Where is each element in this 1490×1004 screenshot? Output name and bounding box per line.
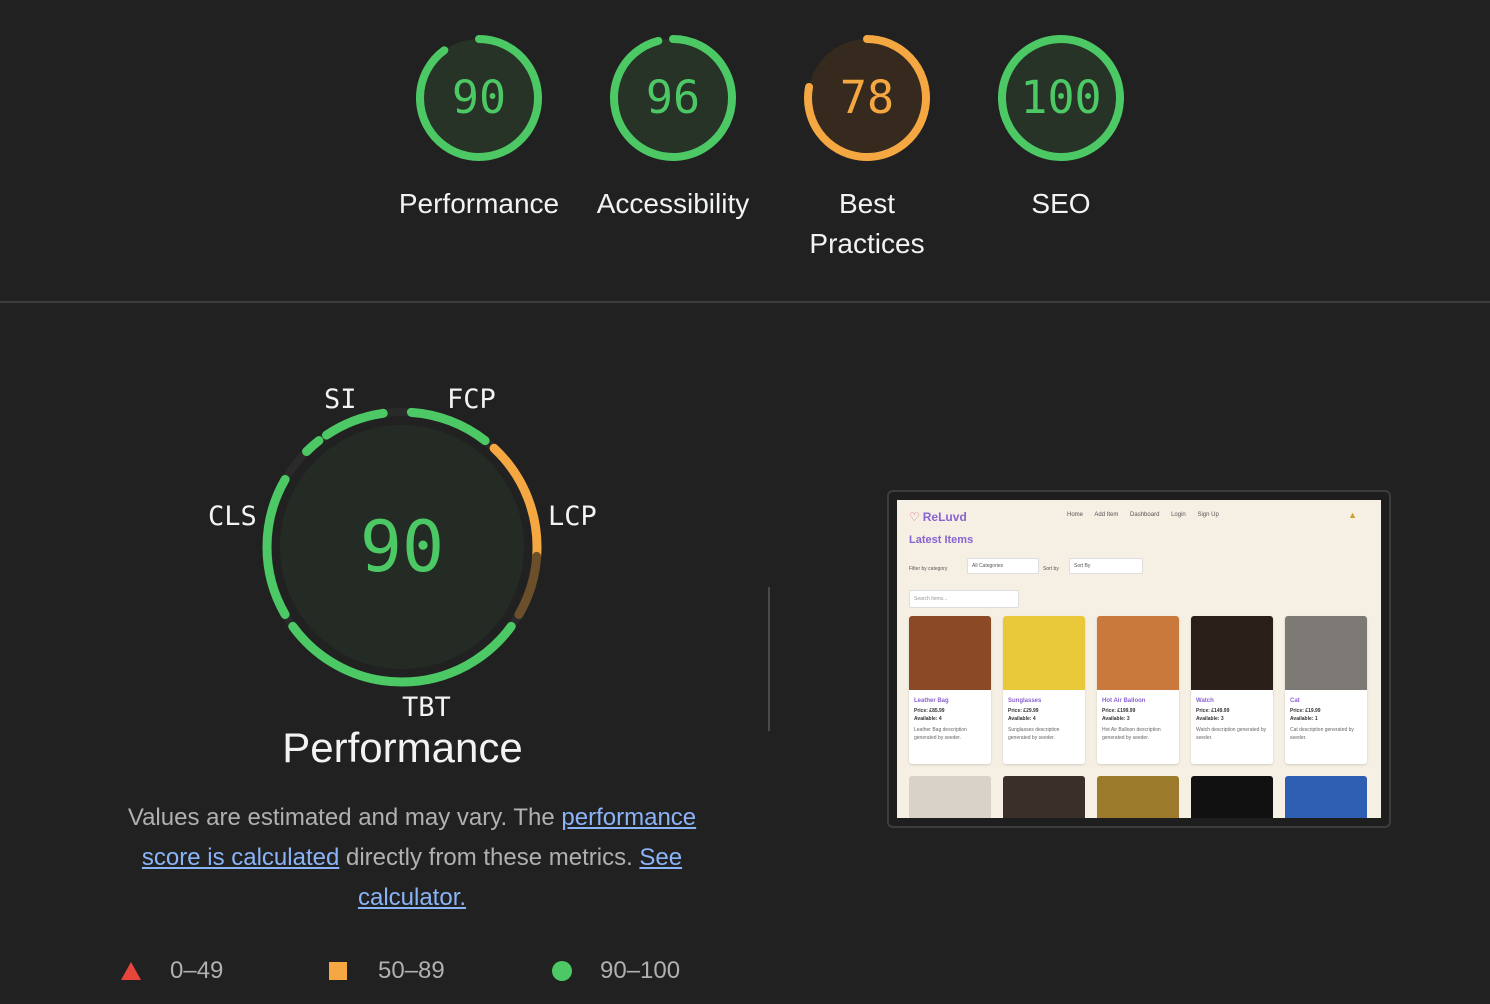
metric-label-fcp: FCP [447, 384, 496, 415]
item-image [1285, 616, 1367, 690]
performance-metrics-gauge: SI FCP LCP TBT CLS 90 [195, 380, 615, 723]
item-price: Price: £149.99 [1196, 708, 1230, 714]
item-price: Price: £29.99 [1008, 708, 1039, 714]
description-middle: directly from these metrics. [339, 844, 640, 871]
triangle-icon [121, 962, 141, 980]
gauge-ring: 78 [799, 30, 935, 166]
gauge-score: 78 [839, 71, 895, 124]
site-nav-item: Home [1067, 512, 1084, 518]
item-card: Sunglasses Price: £29.99 Available: 4 Sungl… [1003, 616, 1085, 764]
metric-label-lcp: LCP [548, 501, 597, 532]
cls-end-arc [302, 436, 324, 457]
item-description: Sunglasses description generated by seed… [1008, 727, 1060, 741]
gauge-label: Best Practices [809, 188, 925, 259]
square-icon [329, 962, 347, 980]
legend-range: 50–89 [378, 957, 445, 984]
filter-select: All Categories [967, 558, 1039, 574]
category-scores: 90 Performance 96 Accessibility 78 Best … [0, 0, 1490, 302]
item-card: Leather Bag Price: £85.99 Available: 4 Leat… [909, 616, 991, 764]
item-image [1003, 616, 1085, 690]
gauge-score: 96 [645, 71, 701, 124]
metric-label-cls: CLS [208, 501, 257, 532]
gauge-performance[interactable]: 90 Performance [382, 30, 576, 224]
site-nav: Home Add Item Dashboard Login Sign Up [1067, 512, 1229, 518]
item-card-image [1003, 776, 1085, 818]
gauge-label: SEO [1031, 188, 1091, 219]
item-title: Cat [1290, 698, 1300, 704]
final-screenshot-thumbnail[interactable]: ♡ ReLuvd Home Add Item Dashboard Login Si… [887, 490, 1391, 828]
site-nav-item: Login [1171, 512, 1186, 518]
item-price: Price: £199.99 [1102, 708, 1136, 714]
item-title: Sunglasses [1008, 698, 1042, 704]
performance-description: Values are estimated and may vary. The p… [92, 798, 732, 918]
site-preview: ♡ ReLuvd Home Add Item Dashboard Login Si… [897, 500, 1381, 818]
item-available: Available: 3 [1102, 716, 1130, 722]
metric-label-si: SI [324, 384, 357, 415]
metric-label-tbt: TBT [402, 692, 451, 723]
gauge-label: Accessibility [596, 188, 750, 219]
site-logo: ♡ ReLuvd [909, 510, 967, 524]
item-card-image [1285, 776, 1367, 818]
item-card-image [1097, 776, 1179, 818]
item-price: Price: £19.99 [1290, 708, 1321, 714]
circle-icon [552, 961, 572, 981]
score-legend: 0–49 50–89 90–100 [0, 954, 800, 988]
site-search: Search items... [909, 590, 1019, 608]
gauge-score: 100 [1020, 71, 1102, 124]
item-title: Hot Air Balloon [1102, 698, 1146, 704]
item-image [909, 616, 991, 690]
item-available: Available: 3 [1196, 716, 1224, 722]
performance-title: Performance [282, 724, 523, 771]
legend-range: 0–49 [170, 957, 224, 984]
filter-label: Filter by category [909, 566, 948, 572]
item-description: Leather Bag description generated by see… [914, 727, 967, 741]
item-title: Watch [1196, 698, 1214, 704]
gauge-seo[interactable]: 100 SEO [964, 30, 1158, 224]
item-card: Hot Air Balloon Price: £199.99 Available: … [1097, 616, 1179, 764]
gauge-label: Performance [398, 188, 560, 219]
item-image [1191, 616, 1273, 690]
description-prefix: Values are estimated and may vary. The [127, 804, 562, 831]
gauge-accessibility[interactable]: 96 Accessibility [576, 30, 770, 224]
vertical-divider [768, 587, 770, 731]
item-image [1097, 616, 1179, 690]
site-nav-item: Add Item [1094, 512, 1119, 518]
item-card: Cat Price: £19.99 Available: 1 Cat descript… [1285, 616, 1367, 764]
sort-select: Sort By [1069, 558, 1143, 574]
section-divider [0, 301, 1490, 303]
site-nav-item: Sign Up [1197, 512, 1219, 518]
bell-icon: ▲ [1348, 510, 1357, 520]
item-title: Leather Bag [914, 698, 949, 704]
item-price: Price: £85.99 [914, 708, 945, 714]
item-available: Available: 4 [1008, 716, 1036, 722]
site-heading: Latest Items [909, 534, 974, 546]
item-description: Cat description generated by seeder. [1290, 727, 1354, 741]
performance-score: 90 [359, 506, 445, 588]
item-available: Available: 4 [914, 716, 942, 722]
item-description: Hot Air Balloon description generated by… [1102, 727, 1161, 741]
legend-range: 90–100 [600, 957, 681, 984]
item-description: Watch description generated by seeder. [1196, 727, 1267, 741]
gauge-ring: 90 [411, 30, 547, 166]
heart-icon: ♡ [909, 510, 920, 524]
gauge-score: 90 [451, 71, 507, 124]
gauge-best-practices[interactable]: 78 Best Practices [770, 30, 964, 264]
site-logo-text: ReLuvd [922, 510, 967, 524]
gauge-ring: 96 [605, 30, 741, 166]
sort-label: Sort by [1043, 566, 1059, 572]
gauge-ring: 100 [993, 30, 1129, 166]
item-available: Available: 1 [1290, 716, 1318, 722]
item-card-image [909, 776, 991, 818]
item-card-image [1191, 776, 1273, 818]
item-card: Watch Price: £149.99 Available: 3 Watch des… [1191, 616, 1273, 764]
site-nav-item: Dashboard [1130, 512, 1160, 518]
